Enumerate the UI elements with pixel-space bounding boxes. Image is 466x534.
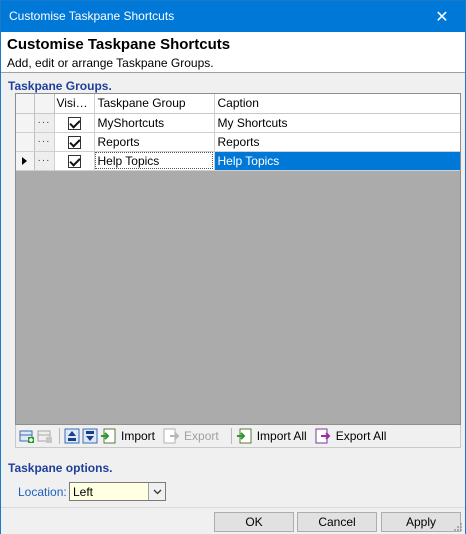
- export-all-icon: [315, 428, 331, 444]
- title-bar: Customise Taskpane Shortcuts ✕: [1, 1, 465, 32]
- import-all-label: Import All: [256, 429, 307, 443]
- column-header-visible[interactable]: Visible: [54, 94, 95, 114]
- row-header-corner: [16, 94, 35, 114]
- column-header-caption[interactable]: Caption: [214, 94, 460, 114]
- grid-toolbar: Import Export Import All Export All: [15, 425, 461, 448]
- row-selector[interactable]: [16, 113, 35, 133]
- visible-checkbox[interactable]: [54, 132, 95, 152]
- resize-grip-icon[interactable]: [453, 522, 463, 532]
- toolbar-separator: [230, 428, 232, 444]
- toolbar-separator: [59, 428, 60, 444]
- visible-checkbox[interactable]: [54, 113, 95, 133]
- header-subtitle: Add, edit or arrange Taskpane Groups.: [7, 56, 214, 70]
- dialog-window: Customise Taskpane Shortcuts ✕ Customise…: [0, 0, 466, 534]
- group-cell[interactable]: Reports: [94, 132, 215, 152]
- taskpane-options-label: Taskpane options.: [8, 461, 113, 475]
- current-row-arrow-icon: [22, 156, 28, 165]
- ok-button[interactable]: OK: [214, 512, 294, 532]
- export-all-button[interactable]: Export All: [315, 426, 387, 446]
- window-title: Customise Taskpane Shortcuts: [9, 9, 175, 23]
- checkmark-icon: [67, 116, 81, 130]
- row-selector[interactable]: [16, 132, 35, 152]
- export-label: Export: [184, 429, 219, 443]
- table-row[interactable]: ··· MyShortcuts My Shortcuts: [16, 113, 460, 133]
- location-value: Left: [73, 485, 94, 499]
- export-icon: [163, 428, 180, 444]
- group-cell[interactable]: Help Topics: [94, 151, 215, 171]
- grid-header-row: Visible Taskpane Group Caption: [16, 94, 460, 114]
- caption-cell[interactable]: My Shortcuts: [214, 113, 460, 133]
- chevron-down-icon[interactable]: [148, 483, 165, 500]
- table-row-selected[interactable]: ··· Help Topics Help Topics: [16, 151, 460, 171]
- table-row[interactable]: ··· Reports Reports: [16, 132, 460, 152]
- visible-checkbox[interactable]: [54, 151, 95, 171]
- column-header-group[interactable]: Taskpane Group: [94, 94, 215, 114]
- apply-button[interactable]: Apply: [381, 512, 461, 532]
- move-up-icon[interactable]: [64, 428, 80, 444]
- cancel-button[interactable]: Cancel: [297, 512, 377, 532]
- row-edit-button[interactable]: ···: [34, 113, 55, 133]
- caption-cell[interactable]: Help Topics: [214, 151, 460, 171]
- dots-header: [34, 94, 55, 114]
- checkmark-icon: [67, 154, 81, 168]
- import-label: Import: [121, 429, 156, 443]
- group-cell[interactable]: MyShortcuts: [94, 113, 215, 133]
- row-edit-button[interactable]: ···: [34, 132, 55, 152]
- groups-grid[interactable]: Visible Taskpane Group Caption ··· MySho…: [15, 93, 461, 425]
- import-all-icon: [236, 428, 252, 444]
- checkmark-icon: [67, 135, 81, 149]
- location-select[interactable]: Left: [69, 482, 166, 501]
- row-selector[interactable]: [16, 151, 35, 171]
- import-icon: [100, 428, 116, 444]
- delete-row-icon: [37, 428, 53, 444]
- add-row-icon[interactable]: [19, 428, 35, 444]
- location-label: Location:: [18, 485, 67, 499]
- row-edit-button[interactable]: ···: [34, 151, 55, 171]
- export-all-label: Export All: [335, 429, 387, 443]
- close-icon[interactable]: ✕: [419, 1, 465, 32]
- import-button[interactable]: Import: [100, 426, 155, 446]
- export-button: Export: [163, 426, 219, 446]
- taskpane-groups-label: Taskpane Groups.: [8, 79, 112, 93]
- dialog-header: Customise Taskpane Shortcuts Add, edit o…: [1, 32, 465, 73]
- dialog-footer: OK Cancel Apply: [1, 507, 465, 534]
- header-title: Customise Taskpane Shortcuts: [7, 36, 231, 53]
- move-down-icon[interactable]: [82, 428, 98, 444]
- import-all-button[interactable]: Import All: [236, 426, 307, 446]
- caption-cell[interactable]: Reports: [214, 132, 460, 152]
